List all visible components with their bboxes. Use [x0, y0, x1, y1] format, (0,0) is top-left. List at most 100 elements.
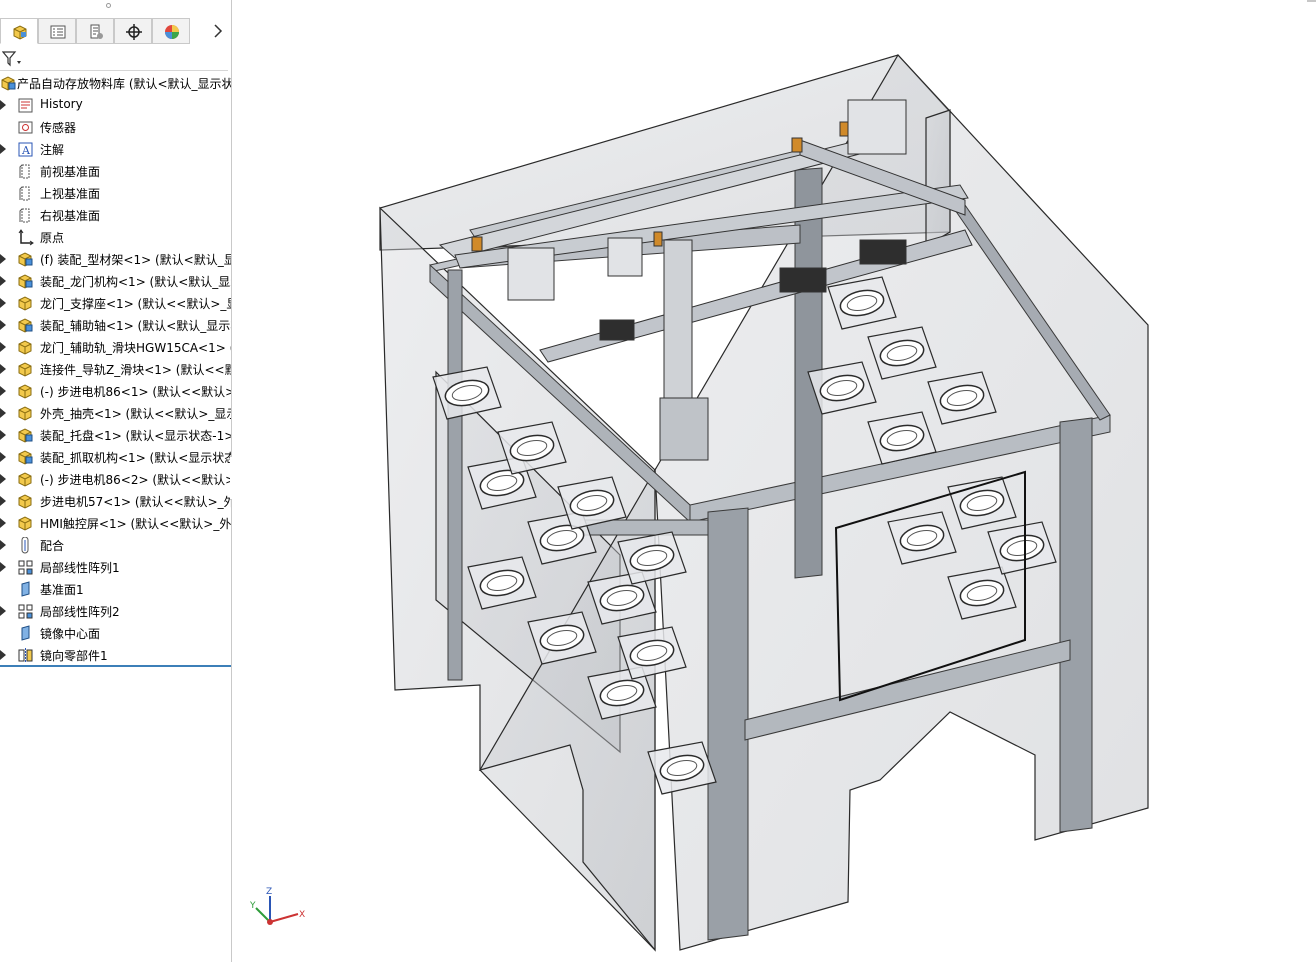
tree-item-label: HMI触控屏<1> (默认<<默认>_外观 [40, 517, 232, 531]
expand-arrow-icon[interactable] [0, 100, 6, 110]
part-icon [18, 362, 32, 377]
feature-manager-panel: 产品自动存放物料库 (默认<默认_显示状 History 传感器 A 注解前视基准面上视… [0, 0, 232, 962]
tree-item-label: 装配_抓取机构<1> (默认<显示状态 [40, 451, 232, 465]
tree-item[interactable]: 龙门_辅助轨_滑块HGW15CA<1> (默 [0, 336, 231, 358]
expand-arrow-icon[interactable] [0, 386, 6, 396]
plane-icon [19, 186, 30, 201]
tree-item[interactable]: HMI触控屏<1> (默认<<默认>_外观 [0, 512, 231, 534]
expand-arrow-icon[interactable] [0, 474, 6, 484]
triad-x-label: X [299, 910, 305, 920]
tree-item-label: 基准面1 [40, 583, 84, 597]
part-icon [18, 340, 32, 355]
manager-tabs [0, 18, 231, 46]
triad-z-label: Z [266, 887, 272, 897]
expand-arrow-icon[interactable] [0, 562, 6, 572]
tree-item-label: 装配_龙门机构<1> (默认<默认_显示 [40, 275, 232, 289]
triad-y-label: Y [249, 901, 256, 911]
pattern-icon [18, 560, 33, 575]
tree-item[interactable]: 装配_龙门机构<1> (默认<默认_显示 [0, 270, 231, 292]
tab-propertymanager[interactable] [38, 18, 76, 44]
expand-arrow-icon[interactable] [0, 496, 6, 506]
expand-arrow-icon[interactable] [0, 452, 6, 462]
expand-arrow-icon[interactable] [0, 298, 6, 308]
expand-arrow-icon[interactable] [0, 540, 6, 550]
tree-root-assembly[interactable]: 产品自动存放物料库 (默认<默认_显示状 [0, 72, 231, 94]
viewport-top-edge [1307, 0, 1316, 2]
model-view[interactable]: Z X Y [232, 0, 1316, 962]
tree-item[interactable]: A 注解 [0, 138, 231, 160]
tree-item-label: 上视基准面 [40, 187, 101, 201]
tree-item-label: 镜像中心面 [40, 627, 101, 641]
tab-displaymanager[interactable] [152, 18, 190, 44]
tree-item[interactable]: 局部线性阵列1 [0, 556, 231, 578]
expand-arrow-icon[interactable] [0, 342, 6, 352]
plane-icon [19, 164, 30, 179]
tree-item-label: 外壳_抽壳<1> (默认<<默认>_显示 [40, 407, 232, 421]
sensor-icon [18, 121, 33, 134]
expand-arrow-icon[interactable] [0, 606, 6, 616]
tree-item[interactable]: 配合 [0, 534, 231, 556]
tree-item-label: 前视基准面 [40, 165, 101, 179]
tab-dimxpert[interactable] [114, 18, 152, 44]
tree-end-marker [0, 665, 231, 667]
part-icon [18, 296, 32, 311]
tree-item[interactable]: (-) 步进电机86<1> (默认<<默认>_ [0, 380, 231, 402]
assembly-icon [18, 252, 33, 267]
tree-item[interactable]: 装配_抓取机构<1> (默认<显示状态 [0, 446, 231, 468]
expand-arrow-icon[interactable] [0, 254, 6, 264]
tree-item-label: 龙门_辅助轨_滑块HGW15CA<1> (默 [40, 341, 232, 355]
expand-arrow-icon[interactable] [0, 650, 6, 660]
chevron-right-icon[interactable] [210, 22, 226, 40]
tree-item[interactable]: 右视基准面 [0, 204, 231, 226]
assembly-icon [1, 76, 16, 91]
plane-icon [19, 208, 30, 223]
history-icon [18, 98, 33, 113]
tree-item-label: 龙门_支撑座<1> (默认<<默认>_显 [40, 297, 232, 311]
tree-item[interactable]: 传感器 [0, 116, 231, 138]
featuremanager-icon [13, 25, 27, 40]
tree-item[interactable]: 镜向零部件1 [0, 644, 231, 666]
tree-item[interactable]: 外壳_抽壳<1> (默认<<默认>_显示 [0, 402, 231, 424]
tree-item-label: 局部线性阵列2 [40, 605, 120, 619]
expand-arrow-icon[interactable] [0, 408, 6, 418]
expand-arrow-icon[interactable] [0, 320, 6, 330]
expand-arrow-icon[interactable] [0, 144, 6, 154]
assembly-icon [18, 428, 33, 443]
tab-configurationmanager[interactable] [76, 18, 114, 44]
tree-item-label: History [40, 97, 83, 111]
expand-arrow-icon[interactable] [0, 430, 6, 440]
tree-item[interactable]: 龙门_支撑座<1> (默认<<默认>_显 [0, 292, 231, 314]
tree-item[interactable]: 基准面1 [0, 578, 231, 600]
tree-item[interactable]: 装配_托盘<1> (默认<显示状态-1>) [0, 424, 231, 446]
graphics-viewport[interactable]: Z X Y [232, 0, 1316, 962]
tree-item[interactable]: 原点 [0, 226, 231, 248]
filter-bar[interactable] [0, 48, 228, 71]
expand-arrow-icon[interactable] [0, 276, 6, 286]
tree-item-label: 传感器 [40, 121, 77, 135]
propertymanager-icon [50, 25, 66, 39]
tree-item[interactable]: 上视基准面 [0, 182, 231, 204]
panel-grip[interactable] [0, 0, 231, 14]
tree-item[interactable]: 连接件_导轨Z_滑块<1> (默认<<默认 [0, 358, 231, 380]
tree-item-label: 配合 [40, 539, 65, 553]
tree-item[interactable]: History [0, 94, 231, 116]
assembly-icon [18, 274, 33, 289]
tree-item-label: (-) 步进电机86<1> (默认<<默认>_ [40, 385, 232, 399]
part-icon [18, 494, 32, 509]
tree-item[interactable]: 装配_辅助轴<1> (默认<默认_显示状 [0, 314, 231, 336]
annotation-icon: A [18, 142, 33, 157]
tree-item-label: (-) 步进电机86<2> (默认<<默认>_ [40, 473, 232, 487]
tree-item[interactable]: (-) 步进电机86<2> (默认<<默认>_ [0, 468, 231, 490]
tree-item[interactable]: 步进电机57<1> (默认<<默认>_外观 [0, 490, 231, 512]
tree-item[interactable]: 前视基准面 [0, 160, 231, 182]
mirror-icon [18, 648, 33, 663]
filter-icon[interactable] [2, 51, 24, 67]
tree-item[interactable]: (f) 装配_型材架<1> (默认<默认_显示 [0, 248, 231, 270]
plane-feature-icon [21, 625, 30, 641]
tree-item[interactable]: 镜像中心面 [0, 622, 231, 644]
tab-featuremanager[interactable] [0, 18, 38, 44]
expand-arrow-icon[interactable] [0, 364, 6, 374]
expand-arrow-icon[interactable] [0, 518, 6, 528]
tree-item[interactable]: 局部线性阵列2 [0, 600, 231, 622]
tree-item-label: 装配_托盘<1> (默认<显示状态-1>) [40, 429, 232, 443]
